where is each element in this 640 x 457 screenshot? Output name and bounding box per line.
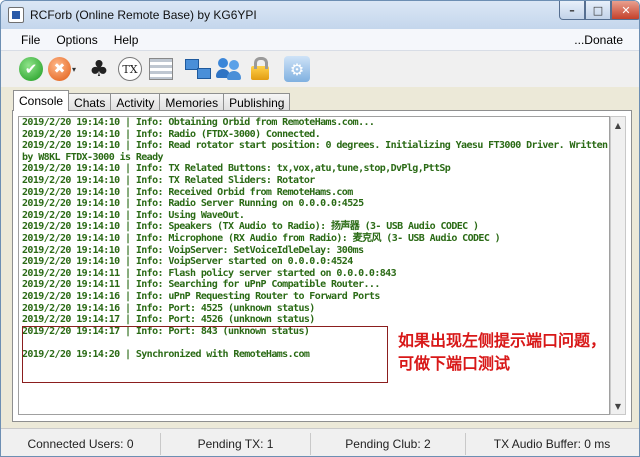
log-line: 2019/2/20 19:14:11 | Info: Flash policy … — [22, 267, 397, 279]
app-window: RCForb (Online Remote Base) by KG6YPI – … — [0, 0, 640, 457]
lock-icon — [251, 57, 269, 80]
log-line: 2019/2/20 19:14:10 | Info: Using WaveOut… — [22, 209, 245, 221]
annotation-text: 如果出现左侧提示端口问题，可做下端口测试 — [398, 331, 607, 373]
tab-strip: Console Chats Activity Memories Publishi… — [13, 90, 291, 111]
log-line: 2019/2/20 19:14:10 | Info: Speakers (TX … — [22, 221, 479, 233]
list-icon — [149, 58, 173, 80]
log-line: 2019/2/20 19:14:11 | Info: Searching for… — [22, 279, 380, 291]
status-pending-club: Pending Club: 2 — [311, 432, 466, 455]
settings-button[interactable]: ⚙ — [283, 55, 311, 83]
tab-console[interactable]: Console — [13, 90, 70, 111]
network-button[interactable] — [184, 55, 212, 83]
log-line: 2019/2/20 19:14:10 | Info: Obtaining Orb… — [22, 117, 375, 128]
list-button[interactable] — [147, 55, 175, 83]
tx-icon: TX — [118, 57, 142, 81]
tab-memories[interactable]: Memories — [159, 93, 225, 111]
log-line: 2019/2/20 19:14:10 | Info: Radio Server … — [22, 198, 364, 210]
network-icon — [185, 57, 211, 81]
log-line: 2019/2/20 19:14:10 | Info: TX Related Sl… — [22, 174, 315, 186]
menu-donate[interactable]: ...Donate — [574, 33, 623, 47]
log-line: 2019/2/20 19:14:10 | Info: Microphone (R… — [22, 232, 501, 244]
menu-file[interactable]: File — [13, 33, 48, 47]
connect-button[interactable]: ✔ — [17, 55, 45, 83]
log-line: 2019/2/20 19:14:10 | Info: Radio (FTDX-3… — [22, 128, 321, 140]
connect-icon: ✔ — [19, 57, 43, 81]
window-title: RCForb (Online Remote Base) by KG6YPI — [30, 8, 257, 22]
log-line: 2019/2/20 19:14:17 | Info: Port: 4526 (u… — [22, 314, 315, 326]
log-line: 2019/2/20 19:14:10 | Info: TX Related Bu… — [22, 163, 451, 175]
status-connected-users: Connected Users: 0 — [1, 432, 161, 455]
disconnect-icon: ✖ — [48, 57, 71, 81]
app-icon — [8, 7, 24, 23]
status-tx-audio-buffer: TX Audio Buffer: 0 ms — [493, 436, 611, 451]
title-bar[interactable]: RCForb (Online Remote Base) by KG6YPI – … — [1, 1, 639, 29]
lock-button[interactable] — [246, 55, 274, 83]
toolbar: ✔ ✖ ▾ ♣ TX ⚙ — [1, 51, 639, 87]
menu-options[interactable]: Options — [48, 33, 105, 47]
users-icon — [216, 57, 242, 81]
tab-publishing[interactable]: Publishing — [223, 93, 291, 111]
maximize-button[interactable]: □ — [585, 1, 611, 20]
scroll-up-icon[interactable]: ▲ — [611, 117, 625, 133]
users-button[interactable] — [215, 55, 243, 83]
menu-bar: File Options Help ...Donate — [1, 29, 639, 51]
status-pending-tx: Pending TX: 1 — [161, 432, 311, 455]
close-button[interactable]: ✕ — [611, 1, 639, 20]
tab-activity[interactable]: Activity — [110, 93, 161, 111]
menu-help[interactable]: Help — [106, 33, 147, 47]
log-line: 2019/2/20 19:14:16 | Info: uPnP Requesti… — [22, 290, 380, 302]
chevron-down-icon: ▾ — [71, 64, 76, 74]
log-line: 2019/2/20 19:14:10 | Info: Read rotator … — [22, 140, 608, 163]
console-panel: 2019/2/20 19:14:10 | Info: Obtaining Orb… — [12, 110, 632, 422]
log-line: 2019/2/20 19:14:10 | Info: VoipServer st… — [22, 256, 353, 268]
tx-button[interactable]: TX — [116, 55, 144, 83]
tab-chats[interactable]: Chats — [68, 93, 112, 111]
settings-icon: ⚙ — [284, 56, 310, 82]
scroll-down-icon[interactable]: ▼ — [611, 398, 625, 414]
disconnect-button[interactable]: ✖ ▾ — [48, 55, 76, 83]
club-icon: ♣ — [89, 56, 109, 82]
annotation-highlight-box — [22, 326, 388, 383]
status-bar: Connected Users: 0 Pending TX: 1 Pending… — [1, 428, 639, 456]
club-button[interactable]: ♣ — [85, 55, 113, 83]
minimize-button[interactable]: – — [559, 1, 585, 20]
log-line: 2019/2/20 19:14:10 | Info: VoipServer: S… — [22, 244, 364, 256]
log-line: 2019/2/20 19:14:16 | Info: Port: 4525 (u… — [22, 302, 315, 314]
log-line: 2019/2/20 19:14:10 | Info: Received Orbi… — [22, 186, 353, 198]
